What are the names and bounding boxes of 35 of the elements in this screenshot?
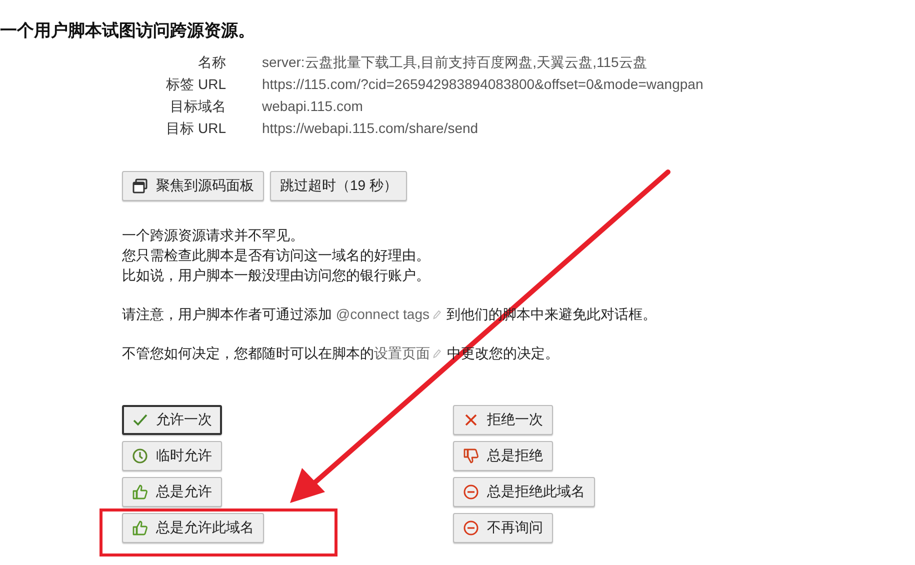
- field-value: webapi.115.com: [262, 97, 364, 116]
- field-label: 标签 URL: [165, 75, 226, 94]
- dialog-heading: 一个用户脚本试图访问跨源资源。: [0, 20, 256, 42]
- action-button[interactable]: 总是拒绝: [453, 441, 553, 471]
- field-label: 目标域名: [169, 97, 226, 116]
- message-text: 比如说，用户脚本一般没理由访问您的银行账户。: [122, 266, 431, 285]
- message-text: 一个跨源资源请求并不罕见。: [122, 226, 305, 245]
- field-label: 目标 URL: [165, 119, 226, 138]
- action-button[interactable]: 聚焦到源码面板: [122, 171, 264, 201]
- link[interactable]: 设置页面: [374, 345, 430, 361]
- link[interactable]: @connect tags: [336, 306, 430, 322]
- action-button[interactable]: 总是允许: [122, 477, 222, 507]
- field-value: https://115.com/?cid=265942983894083800&offset=0&mode=wangpan: [262, 75, 704, 94]
- action-button[interactable]: 跳过超时（19 秒）: [270, 171, 408, 201]
- action-button[interactable]: 总是拒绝此域名: [453, 477, 595, 507]
- action-button[interactable]: 总是允许此域名: [122, 513, 264, 543]
- field-value: https://webapi.115.com/share/send: [262, 119, 480, 138]
- thumbs-up-icon: [132, 520, 148, 536]
- field-label: 名称: [197, 53, 226, 72]
- pencil-icon: [432, 348, 441, 359]
- action-button[interactable]: 拒绝一次: [453, 405, 553, 435]
- check-icon: [132, 412, 148, 428]
- window-icon: [132, 178, 148, 194]
- action-button[interactable]: 不再询问: [453, 513, 553, 543]
- action-button[interactable]: 临时允许: [122, 441, 222, 471]
- pencil-icon: [432, 309, 440, 320]
- minus-circle-icon: [463, 520, 479, 536]
- action-button[interactable]: 允许一次: [122, 405, 222, 435]
- thumbs-down-icon: [463, 448, 479, 464]
- minus-circle-icon: [463, 484, 479, 500]
- message-text: 您只需检查此脚本是否有访问这一域名的好理由。: [122, 246, 431, 265]
- thumbs-up-icon: [132, 484, 148, 500]
- cross-icon: [463, 412, 479, 428]
- clock-icon: [132, 448, 148, 464]
- field-value: server:云盘批量下载工具,目前支持百度网盘,天翼云盘,115云盘: [262, 53, 648, 72]
